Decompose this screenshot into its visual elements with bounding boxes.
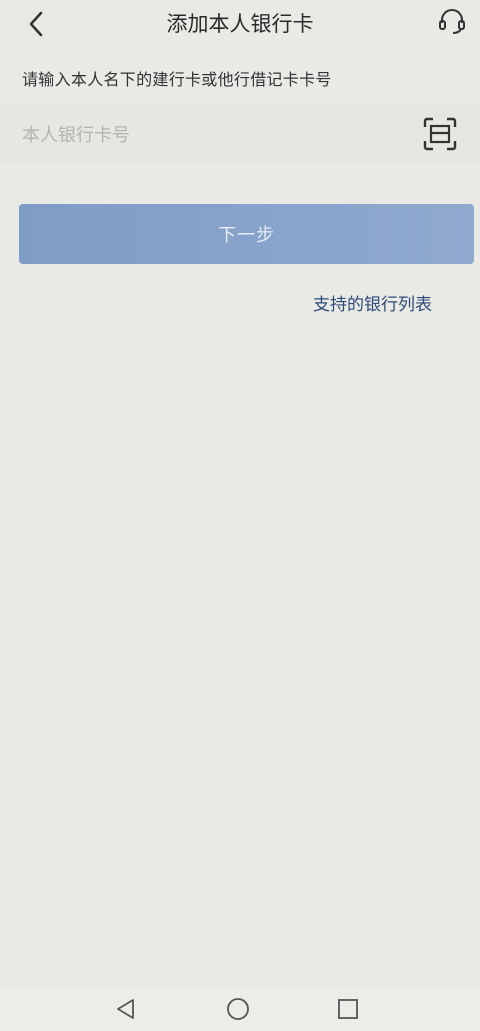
card-number-input[interactable] (20, 118, 404, 152)
scan-card-button[interactable] (422, 116, 458, 152)
nav-back-button[interactable] (110, 993, 142, 1025)
page-title: 添加本人银行卡 (166, 12, 314, 36)
headset-icon (439, 9, 465, 34)
nav-recents-button[interactable] (332, 993, 364, 1025)
triangle-back-icon (117, 999, 134, 1019)
square-recents-icon (338, 999, 358, 1019)
nav-home-button[interactable] (222, 993, 254, 1025)
system-nav-bar (0, 987, 480, 1031)
chevron-left-icon (29, 11, 43, 37)
customer-service-button[interactable] (436, 5, 468, 37)
circle-home-icon (227, 998, 249, 1020)
card-hint-text: 请输入本人名下的建行卡或他行借记卡卡号 (22, 70, 332, 89)
card-number-row (0, 104, 480, 164)
supported-banks-link[interactable]: 支持的银行列表 (313, 290, 432, 315)
next-step-button[interactable]: 下一步 (19, 204, 474, 264)
header-bar: 添加本人银行卡 (0, 0, 480, 48)
scan-icon (423, 117, 457, 151)
back-button[interactable] (18, 6, 54, 42)
